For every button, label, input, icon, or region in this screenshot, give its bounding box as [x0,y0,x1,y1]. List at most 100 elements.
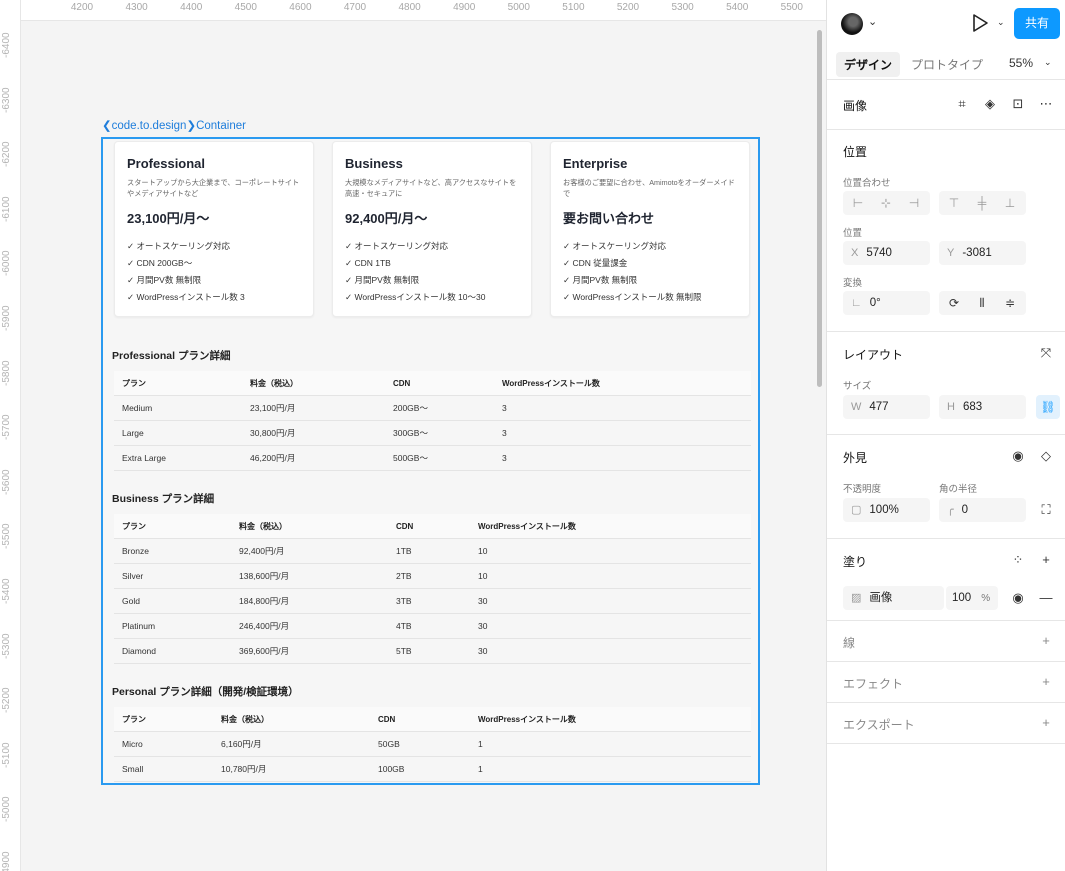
radius-field[interactable]: ╭ 0 [939,498,1026,522]
rotation-field[interactable]: ∟ 0° [843,291,930,315]
ruler-tick: 5000 [507,2,530,13]
height-field[interactable]: H 683 [939,395,1026,419]
table-cell: 46,200円/月 [250,453,296,463]
table-cell: 4TB [396,621,412,631]
align-right-icon[interactable]: ⊣ [901,191,927,215]
chevron-down-icon[interactable]: ⌄ [868,15,877,28]
properties-panel: ⌄ ⌄ 共有 デザイン プロトタイプ 55% ⌄ 画像 ⌗ ◈ ⊡ ⋯ 位置 位… [826,0,1065,871]
table-cell: Extra Large [122,453,166,463]
ruler-tick: 4300 [125,2,148,13]
ruler-tick: -5200 [1,687,12,714]
ruler-tick: 4900 [453,2,476,13]
card-feature: ✓ オートスケーリング対応 [345,241,448,251]
ruler-tick: 4500 [234,2,257,13]
align-left-icon[interactable]: ⊢ [845,191,871,215]
blend-icon[interactable]: ◇ [1036,446,1056,466]
table-row: Platinum 246,400円/月 4TB 30 [114,614,751,639]
width-field[interactable]: W 477 [843,395,930,419]
table-cell: Medium [122,403,153,413]
table-header-cell: プラン [122,715,146,724]
ruler-tick: -5500 [1,523,12,550]
chevron-down-icon[interactable]: ⌄ [1044,57,1052,68]
frame-label[interactable]: ❮code.to.design❯Container [102,118,246,132]
styles-icon[interactable]: ⁘ [1008,550,1028,570]
opacity-label: 不透明度 [843,484,882,495]
x-field[interactable]: X 5740 [843,241,930,265]
table-header-cell: WordPressインストール数 [478,715,576,724]
table-cell: 500GB〜 [393,453,428,463]
independent-corners-icon[interactable]: ⛶ [1036,500,1056,520]
flip-horizontal-icon[interactable]: ⫴ [969,291,995,315]
table-cell: 10,780円/月 [221,764,267,774]
table-cell: Micro [122,739,143,749]
card-feature: ✓ 月間PV数 無制限 [563,275,638,285]
angle-icon: ∟ [851,297,862,309]
table-cell: Platinum [122,621,156,631]
fill-section: 塗り ⁘ + ▨ 画像 100% ◉ — [827,539,1065,621]
component-icon[interactable]: ◈ [980,94,1000,114]
table-cell: 138,600円/月 [239,571,290,581]
container-frame[interactable]: Professional スタートアップから大企業まで、コーポレートサイトやメディ… [101,137,760,785]
resize-icon[interactable]: ⤧ [1036,343,1056,363]
flip-vertical-icon[interactable]: ≑ [997,291,1023,315]
more-icon[interactable]: ⋯ [1036,94,1056,114]
share-button[interactable]: 共有 [1014,8,1060,39]
panel-toolbar: ⌄ ⌄ 共有 [827,0,1065,48]
add-icon[interactable]: + [1036,672,1056,692]
align-middle-icon[interactable]: ╪ [969,191,995,215]
table-header-cell: プラン [122,379,146,388]
opacity-field[interactable]: ▢ 100% [843,498,930,522]
crop-icon[interactable]: ⌗ [952,94,972,114]
align-center-icon[interactable]: ⊹ [873,191,899,215]
plan-cards: Professional スタートアップから大企業まで、コーポレートサイトやメディ… [114,141,750,317]
card-feature: ✓ CDN 200GB〜 [127,258,193,268]
table-cell: 10 [478,546,488,556]
size-label: サイズ [843,381,872,392]
table-cell: 30 [478,596,488,606]
card-feature: ✓ オートスケーリング対応 [127,241,230,251]
y-field[interactable]: Y -3081 [939,241,1026,265]
remove-icon[interactable]: — [1036,588,1056,608]
tab-design[interactable]: デザイン [836,52,901,77]
avatar[interactable] [841,13,863,35]
table-row: Silver 138,600円/月 2TB 10 [114,564,751,589]
ruler-tick: -6200 [1,141,12,168]
table-cell: 3 [502,403,507,413]
play-icon[interactable] [971,13,989,33]
table-header-cell: CDN [396,522,414,531]
table-cell: 1 [478,764,483,774]
align-top-icon[interactable]: ⊤ [941,191,967,215]
canvas-scrollbar[interactable] [817,30,822,387]
eye-icon[interactable]: ◉ [1008,446,1028,466]
rotate-icon[interactable]: ⟳ [941,291,967,315]
eye-icon[interactable]: ◉ [1008,588,1028,608]
plan-card: Enterprise お客様のご要望に合わせ、Amimotoをオーダーメイドで 要お… [550,141,750,317]
add-icon[interactable]: + [1036,713,1056,733]
card-feature: ✓ 月間PV数 無制限 [345,275,420,285]
add-icon[interactable]: + [1036,631,1056,651]
card-description: お客様のご要望に合わせ、Amimotoをオーダーメイドで [563,178,735,198]
fill-opacity-field[interactable]: 100% [946,586,998,610]
ruler-tick: -6400 [1,32,12,58]
chevron-down-icon[interactable]: ⌄ [997,17,1005,28]
fill-layer-field[interactable]: ▨ 画像 [843,586,944,610]
table-header-cell: プラン [122,522,146,531]
constrain-proportions-icon[interactable]: ⛓ [1036,395,1060,419]
tab-prototype[interactable]: プロトタイプ [903,52,991,77]
ruler-tick: 4600 [289,2,312,13]
stroke-title: 線 [843,636,856,650]
table-row: Medium 23,100円/月 200GB〜 3 [114,396,751,421]
align-bottom-icon[interactable]: ⊥ [997,191,1023,215]
table-cell: 2TB [396,571,412,581]
table-row: Large 30,800円/月 300GB〜 3 [114,421,751,446]
table-header-cell: WordPressインストール数 [478,522,576,531]
ruler-tick: -5300 [1,633,12,659]
card-feature: ✓ CDN 従量課金 [563,258,628,268]
layout-section: レイアウト ⤧ サイズ W 477 H 683 ⛓ [827,332,1065,435]
add-icon[interactable]: + [1036,550,1056,570]
table-cell: 10 [478,571,488,581]
appearance-section: 外見 ◉ ◇ 不透明度 角の半径 ▢ 100% ╭ 0 ⛶ [827,435,1065,539]
frame-icon[interactable]: ⊡ [1008,94,1028,114]
zoom-level[interactable]: 55% [1009,56,1033,70]
table-cell: 369,600円/月 [239,646,290,656]
